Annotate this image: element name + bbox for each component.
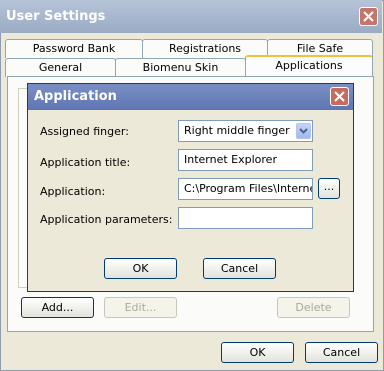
dialog-ok-button[interactable]: OK [104, 258, 177, 279]
application-path-input[interactable]: C:\Program Files\Internet [178, 178, 313, 200]
assigned-finger-value: Right middle finger [184, 124, 290, 137]
application-parameters-label: Application parameters: [40, 213, 173, 226]
add-button[interactable]: Add... [21, 297, 94, 318]
delete-button[interactable]: Delete [277, 297, 350, 318]
ok-button[interactable]: OK [221, 342, 294, 363]
chevron-down-icon[interactable] [296, 123, 311, 139]
window-close-icon[interactable] [359, 7, 378, 26]
window-title: User Settings [0, 0, 382, 33]
dialog-close-icon[interactable] [330, 87, 349, 106]
assigned-finger-select[interactable]: Right middle finger [178, 120, 313, 142]
dialog-title: Application [28, 84, 353, 110]
application-title-label: Application title: [40, 156, 131, 169]
dialog-cancel-button[interactable]: Cancel [203, 258, 276, 279]
application-title-input[interactable]: Internet Explorer [178, 149, 313, 171]
tab-applications[interactable]: Applications [245, 55, 373, 77]
browse-button[interactable]: ... [318, 178, 340, 199]
assigned-finger-label: Assigned finger: [40, 125, 129, 138]
tab-biomenu-skin[interactable]: Biomenu Skin [115, 58, 246, 77]
tab-password-bank[interactable]: Password Bank [5, 39, 143, 58]
application-parameters-input[interactable] [178, 207, 313, 229]
edit-button[interactable]: Edit... [104, 297, 177, 318]
application-label: Application: [40, 185, 106, 198]
cancel-button[interactable]: Cancel [305, 342, 378, 363]
tab-general[interactable]: General [5, 58, 116, 77]
